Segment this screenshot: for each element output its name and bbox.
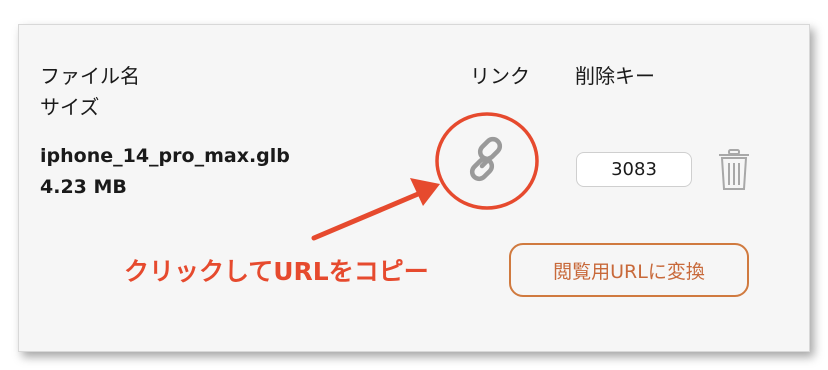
annotation-label: クリックしてURLをコピー <box>124 257 429 286</box>
header-link: リンク <box>470 64 530 88</box>
trash-icon <box>719 149 749 190</box>
file-name: iphone_14_pro_max.glb <box>40 145 290 167</box>
convert-to-view-url-button[interactable]: 閲覧用URLに変換 <box>509 243 749 297</box>
file-size: 4.23 MB <box>40 176 127 198</box>
link-icon <box>469 136 503 182</box>
header-delete-key: 削除キー <box>575 64 655 88</box>
delete-button[interactable] <box>716 148 752 196</box>
delete-key-field[interactable]: 3083 <box>576 152 692 187</box>
header-filename: ファイル名 <box>40 64 140 88</box>
header-size: サイズ <box>40 95 100 119</box>
copy-link-button[interactable] <box>458 136 518 190</box>
